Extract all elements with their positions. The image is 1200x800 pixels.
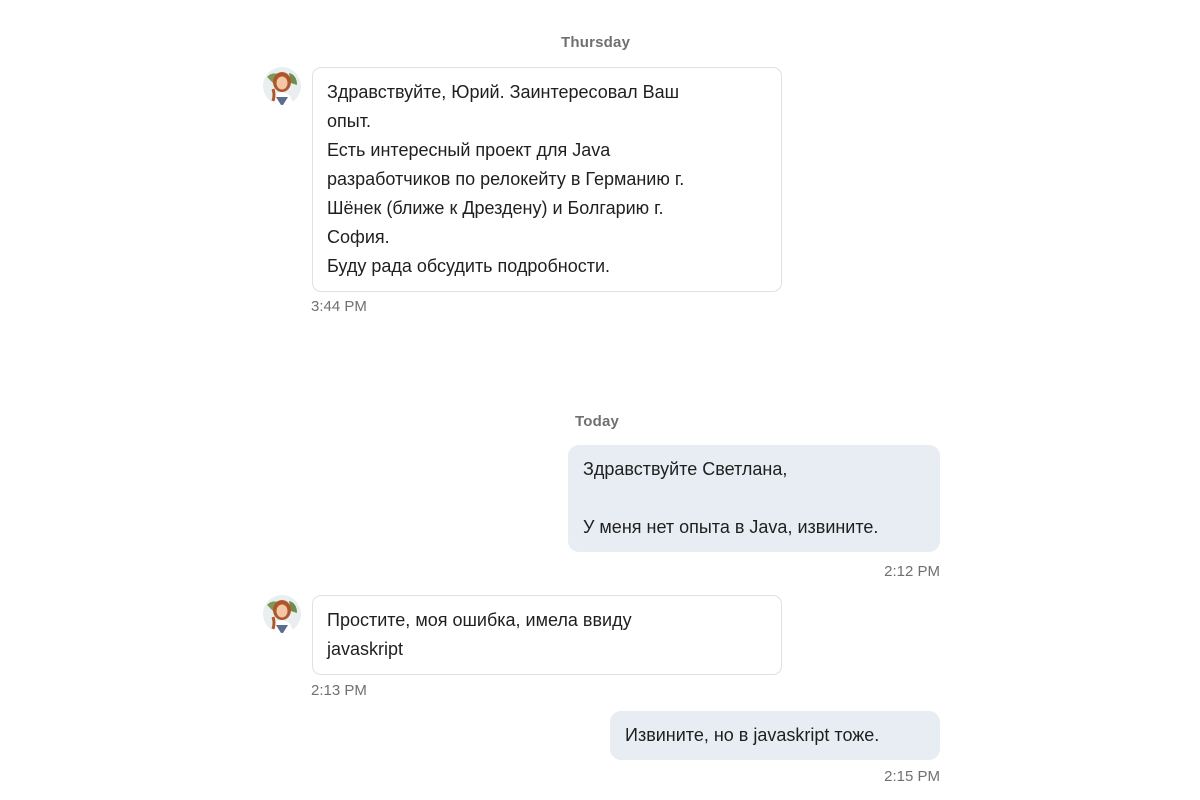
message-text: Здравствуйте, Юрий. Заинтересовал Ваш	[327, 82, 680, 102]
message-bubble[interactable]: Простите, моя ошибка, имела ввиду javask…	[312, 595, 782, 675]
message-bubble[interactable]: Здравствуйте, Юрий. Заинтересовал Ваш оп…	[312, 67, 782, 292]
day-separator: Thursday	[561, 34, 631, 51]
message-bubble[interactable]: Извините, но в javaskript тоже.	[610, 711, 940, 760]
message-text: опыт.	[327, 111, 371, 131]
message-text: Буду рада обсудить подробности.	[327, 256, 611, 276]
message-timestamp: 3:44 PM	[311, 298, 367, 315]
message-bubble[interactable]: Здравствуйте Светлана, У меня нет опыта …	[568, 445, 940, 552]
message-text: Простите, моя ошибка, имела ввиду	[327, 610, 632, 630]
message-text: разработчиков по релокейту в Германию г.	[327, 169, 685, 189]
message-text: Извините, но в javaskript тоже.	[625, 725, 880, 745]
day-separator: Today	[575, 413, 620, 430]
person-photo-icon	[263, 67, 301, 105]
chat-thread: Thursday Здравствуйте, Юрий. Заинтересов…	[0, 0, 1200, 800]
message-timestamp: 2:12 PM	[884, 563, 940, 580]
message-text: У меня нет опыта в Java, извините.	[583, 517, 879, 537]
message-text: София.	[327, 227, 390, 247]
message-text: Есть интересный проект для Java	[327, 140, 611, 160]
message-timestamp: 2:15 PM	[884, 768, 940, 785]
message-text: Здравствуйте Светлана,	[583, 459, 788, 479]
message-text: javaskript	[327, 639, 404, 659]
contact-avatar[interactable]	[263, 595, 301, 633]
person-photo-icon	[263, 595, 301, 633]
contact-avatar[interactable]	[263, 67, 301, 105]
message-text	[583, 484, 925, 513]
message-text: Шёнек (ближе к Дрездену) и Болгарию г.	[327, 198, 664, 218]
message-timestamp: 2:13 PM	[311, 682, 367, 699]
